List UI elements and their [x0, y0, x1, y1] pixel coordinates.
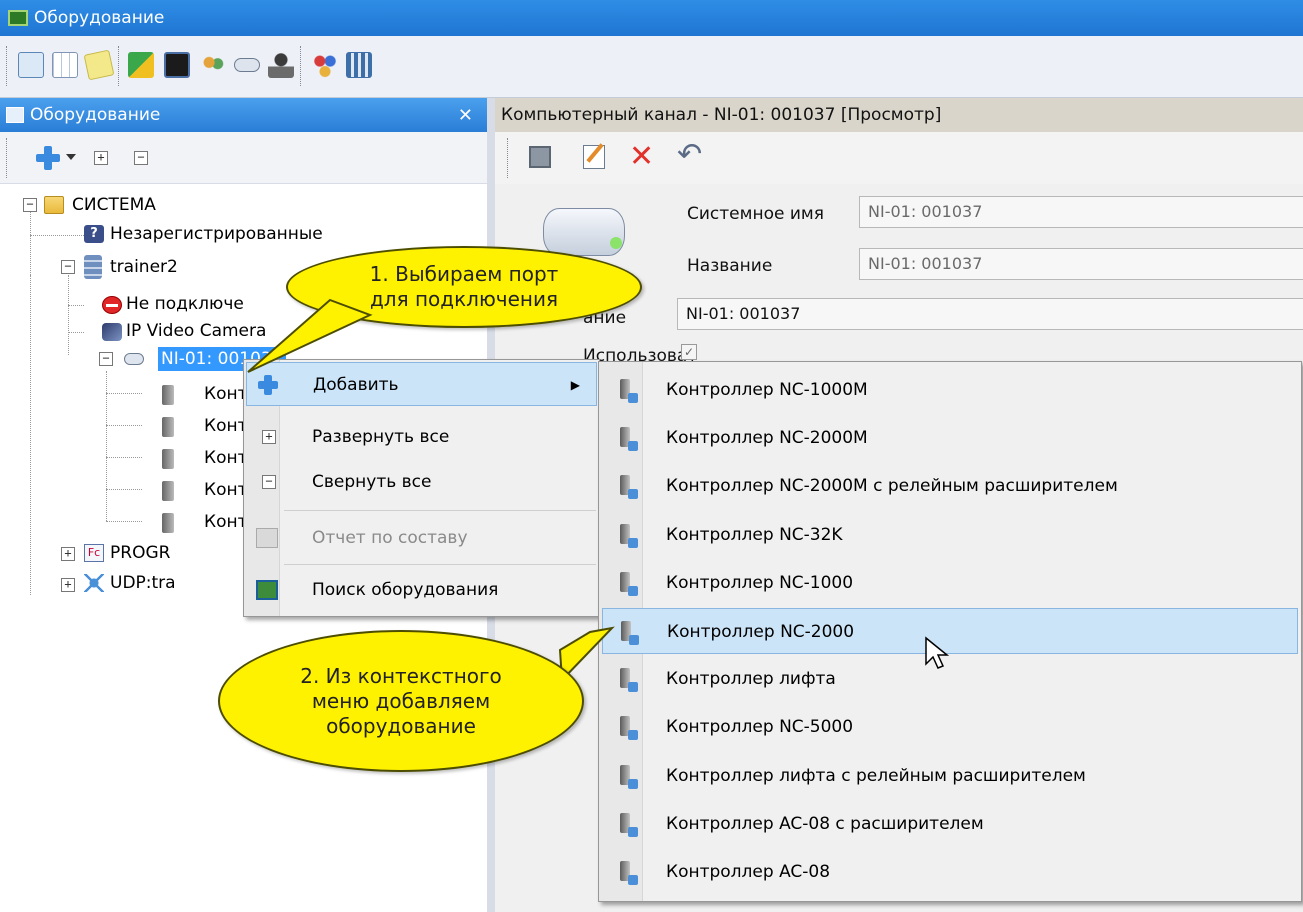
callout-step-2: 2. Из контекстного меню добавляем оборуд…: [218, 630, 584, 772]
callout-1-pointer: [247, 298, 373, 373]
callout-pointers: [247, 298, 615, 683]
mouse-cursor-icon: [925, 636, 950, 669]
